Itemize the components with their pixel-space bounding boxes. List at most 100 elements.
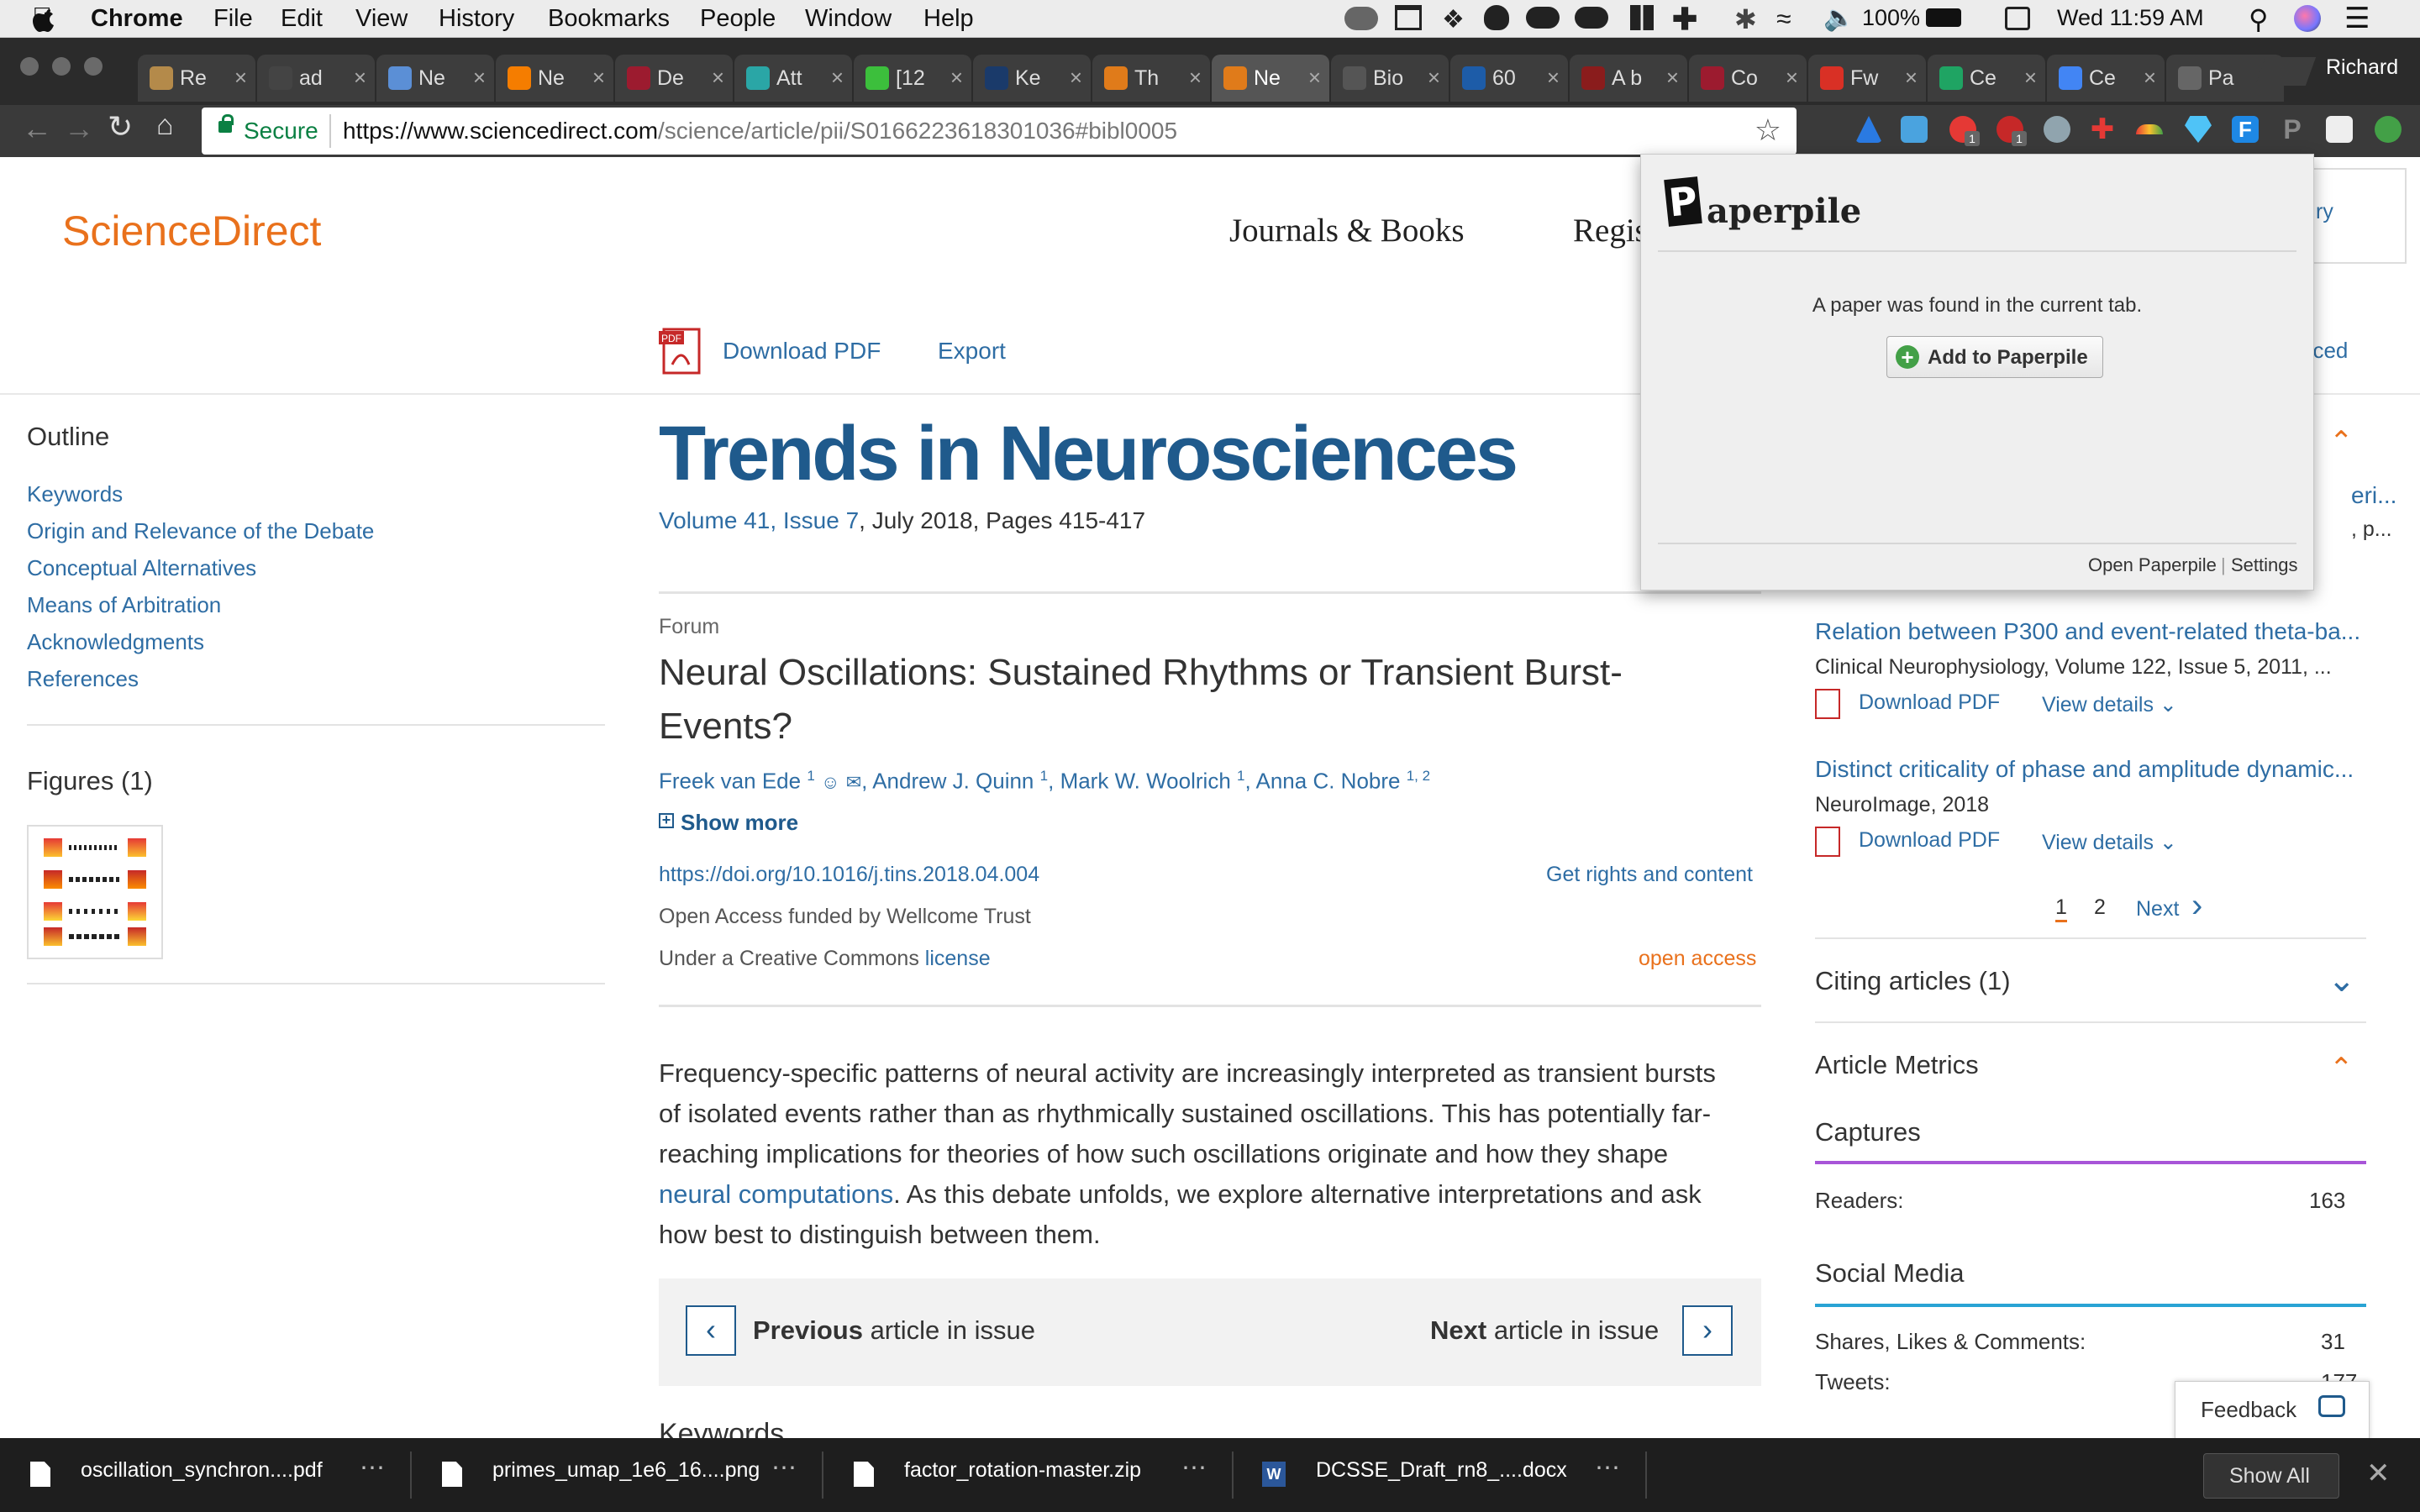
download-pdf-link[interactable]: Download PDF bbox=[723, 338, 881, 365]
author-name[interactable]: Andrew J. Quinn bbox=[872, 769, 1034, 794]
browser-tab[interactable]: [12 × bbox=[854, 55, 971, 102]
browser-tab[interactable]: Ke × bbox=[973, 55, 1091, 102]
download-menu-icon[interactable]: ⋯ bbox=[1181, 1453, 1207, 1483]
pagination-next[interactable]: Next bbox=[2136, 897, 2179, 921]
collapse-recommended-icon[interactable]: ⌃ bbox=[2329, 425, 2354, 459]
cloud-upload-icon[interactable] bbox=[1526, 7, 1560, 29]
tab-close-icon[interactable]: × bbox=[712, 65, 724, 91]
add-to-paperpile-button[interactable]: + Add to Paperpile bbox=[1886, 336, 2103, 378]
outline-keywords[interactable]: Keywords bbox=[27, 481, 123, 507]
expand-citing-icon[interactable]: ⌄ bbox=[2328, 961, 2356, 1000]
menu-edit[interactable]: Edit bbox=[281, 5, 323, 33]
author-affiliation[interactable]: 1, 2 bbox=[1407, 768, 1430, 784]
menu-help[interactable]: Help bbox=[923, 5, 974, 33]
browser-tab[interactable]: De × bbox=[615, 55, 733, 102]
collapse-metrics-icon[interactable]: ⌃ bbox=[2329, 1052, 2354, 1085]
browser-tab[interactable]: Re × bbox=[138, 55, 255, 102]
tab-close-icon[interactable]: × bbox=[1786, 65, 1798, 91]
nav-journals-books[interactable]: Journals & Books bbox=[1229, 212, 1465, 249]
browser-tab[interactable]: Ce × bbox=[1928, 55, 2045, 102]
calendar-icon[interactable] bbox=[2005, 7, 2030, 30]
journal-title[interactable]: Trends in Neurosciences bbox=[659, 410, 1518, 498]
apple-logo-icon[interactable] bbox=[32, 6, 57, 33]
back-icon[interactable]: ← bbox=[22, 111, 52, 146]
cloud-sync-icon[interactable] bbox=[1575, 7, 1608, 29]
reload-icon[interactable]: ↻ bbox=[108, 109, 133, 144]
recommended-view-details-2[interactable]: View details ⌄ bbox=[2042, 830, 2177, 855]
license-link[interactable]: license bbox=[925, 947, 991, 970]
spotlight-search-icon[interactable]: ⚲ bbox=[2249, 3, 2268, 35]
tab-close-icon[interactable]: × bbox=[1189, 65, 1202, 91]
battery-icon[interactable] bbox=[1926, 8, 1961, 27]
paperpile-settings-link[interactable]: Settings bbox=[2231, 554, 2298, 576]
recommended-title-0-peek[interactable]: eri... bbox=[2351, 482, 2396, 509]
browser-tab[interactable]: 60 × bbox=[1450, 55, 1568, 102]
outline-origin[interactable]: Origin and Relevance of the Debate bbox=[27, 518, 374, 544]
url-text[interactable]: https://www.sciencedirect.com/science/ar… bbox=[343, 118, 1177, 144]
previous-article-link[interactable]: Previous article in issue bbox=[753, 1315, 1035, 1346]
article-metrics-title[interactable]: Article Metrics bbox=[1815, 1050, 1979, 1080]
close-downloads-icon[interactable]: ✕ bbox=[2366, 1457, 2391, 1490]
extension-f-icon[interactable]: F bbox=[2232, 116, 2259, 143]
browser-tab[interactable]: Ne × bbox=[1212, 55, 1329, 102]
volume-icon[interactable]: 🔈 bbox=[1823, 3, 1854, 33]
pagination-page-2[interactable]: 2 bbox=[2094, 895, 2106, 920]
bank-icon[interactable] bbox=[1395, 5, 1422, 30]
download-menu-icon[interactable]: ⋯ bbox=[771, 1453, 797, 1483]
tab-close-icon[interactable]: × bbox=[831, 65, 844, 91]
menu-app-chrome[interactable]: Chrome bbox=[91, 5, 183, 33]
browser-tab[interactable]: Fw × bbox=[1808, 55, 1926, 102]
extension-green-icon[interactable] bbox=[2375, 116, 2402, 143]
recommended-pdf-icon[interactable] bbox=[1815, 689, 1840, 719]
profile-name[interactable]: Richard bbox=[2326, 55, 2398, 80]
new-tab-button[interactable] bbox=[2254, 57, 2317, 86]
browser-tab[interactable]: Ne × bbox=[376, 55, 494, 102]
menu-view[interactable]: View bbox=[355, 5, 408, 33]
browser-tab[interactable]: Ce × bbox=[2047, 55, 2165, 102]
menu-window[interactable]: Window bbox=[805, 5, 892, 33]
author-name[interactable]: Anna C. Nobre bbox=[1256, 769, 1401, 794]
download-item-pdf[interactable]: oscillation_synchron....pdf bbox=[81, 1458, 323, 1483]
siri-icon[interactable] bbox=[2294, 5, 2321, 32]
tab-close-icon[interactable]: × bbox=[950, 65, 963, 91]
window-manager-icon[interactable] bbox=[1630, 5, 1654, 30]
person-icon[interactable]: ☺ bbox=[821, 772, 839, 793]
recommended-pdf-icon[interactable] bbox=[1815, 827, 1840, 857]
status-toggle-icon[interactable] bbox=[1344, 7, 1378, 30]
author-affiliation[interactable]: 1 bbox=[1040, 768, 1048, 784]
tab-close-icon[interactable]: × bbox=[2024, 65, 2037, 91]
tab-close-icon[interactable]: × bbox=[592, 65, 605, 91]
envelope-icon[interactable]: ✉ bbox=[846, 772, 861, 793]
download-item-docx[interactable]: DCSSE_Draft_rn8_....docx bbox=[1316, 1458, 1567, 1483]
browser-tab[interactable]: A b × bbox=[1570, 55, 1687, 102]
show-all-downloads-button[interactable]: Show All bbox=[2203, 1453, 2339, 1499]
figure-thumbnail[interactable] bbox=[27, 825, 163, 959]
pagination-page-1[interactable]: 1 bbox=[2055, 895, 2067, 922]
window-close-icon[interactable] bbox=[20, 57, 39, 76]
volume-link[interactable]: Volume 41, Issue 7 bbox=[659, 507, 859, 533]
tab-close-icon[interactable]: × bbox=[1070, 65, 1082, 91]
browser-tab[interactable]: Co × bbox=[1689, 55, 1807, 102]
previous-arrow-icon[interactable]: ‹ bbox=[686, 1305, 736, 1356]
tab-close-icon[interactable]: × bbox=[1905, 65, 1918, 91]
window-minimize-icon[interactable] bbox=[52, 57, 71, 76]
outline-acknowledgments[interactable]: Acknowledgments bbox=[27, 629, 204, 655]
recommended-view-details-1[interactable]: View details ⌄ bbox=[2042, 692, 2177, 717]
window-zoom-icon[interactable] bbox=[84, 57, 103, 76]
citing-articles-toggle[interactable]: Citing articles (1) bbox=[1815, 966, 2011, 996]
outline-means[interactable]: Means of Arbitration bbox=[27, 592, 221, 618]
show-more-link[interactable]: Show more bbox=[681, 810, 798, 836]
download-item-png[interactable]: primes_umap_1e6_16....png bbox=[492, 1458, 760, 1483]
pagination-next-icon[interactable]: › bbox=[2191, 887, 2202, 925]
author-affiliation[interactable]: 1 bbox=[1237, 768, 1244, 784]
doi-link[interactable]: https://doi.org/10.1016/j.tins.2018.04.0… bbox=[659, 863, 1039, 887]
forward-icon[interactable]: → bbox=[64, 111, 94, 146]
extension-rainbow-icon[interactable] bbox=[2136, 124, 2163, 134]
bluetooth-icon[interactable]: ✱ bbox=[1734, 3, 1757, 35]
clock[interactable]: Wed 11:59 AM bbox=[2057, 5, 2204, 31]
download-menu-icon[interactable]: ⋯ bbox=[360, 1453, 385, 1483]
tab-close-icon[interactable]: × bbox=[473, 65, 486, 91]
extension-paperpile-icon[interactable]: P bbox=[2279, 116, 2306, 143]
recommended-download-2[interactable]: Download PDF bbox=[1859, 828, 2000, 853]
pdf-icon[interactable]: PDF bbox=[659, 328, 706, 375]
